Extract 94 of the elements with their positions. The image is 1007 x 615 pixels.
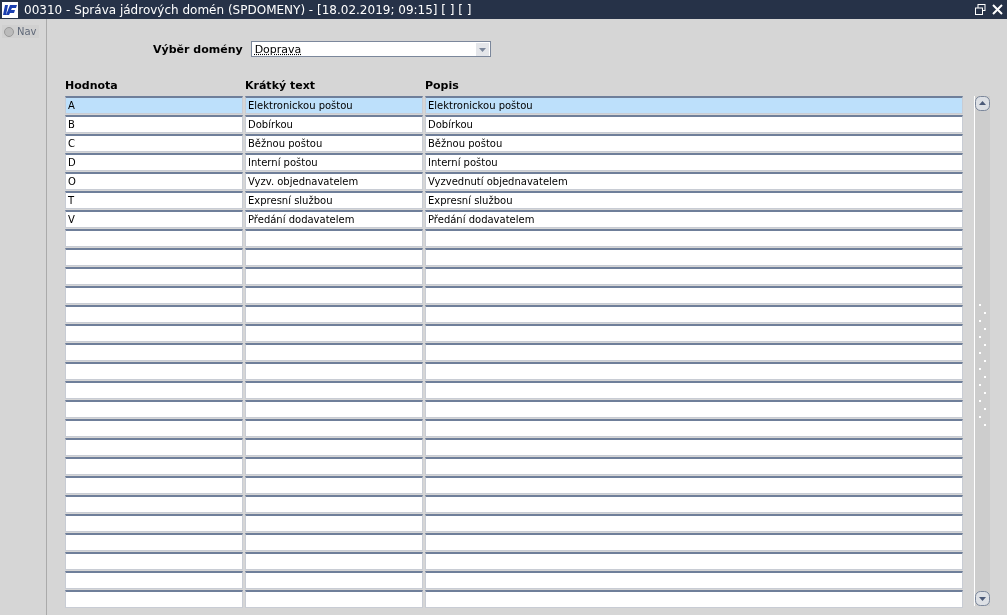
- empty-table-cell[interactable]: [245, 286, 423, 304]
- table-cell[interactable]: V: [65, 210, 243, 228]
- domain-dropdown[interactable]: Doprava: [250, 41, 491, 57]
- empty-table-cell[interactable]: [65, 343, 243, 361]
- empty-table-cell[interactable]: [425, 590, 963, 608]
- empty-table-cell[interactable]: [425, 571, 963, 589]
- empty-table-cell[interactable]: [65, 305, 243, 323]
- empty-table-cell[interactable]: [65, 457, 243, 475]
- empty-table-cell[interactable]: [425, 362, 963, 380]
- table-cell[interactable]: A: [65, 96, 243, 114]
- vertical-scrollbar[interactable]: [974, 96, 990, 606]
- empty-table-cell[interactable]: [425, 457, 963, 475]
- table-cell[interactable]: Předání dodavatelem: [245, 210, 423, 228]
- empty-table-cell[interactable]: [65, 324, 243, 342]
- empty-table-cell[interactable]: [245, 267, 423, 285]
- nav-radio-button[interactable]: Nav: [2, 25, 39, 38]
- table-cell[interactable]: Vyzv. objednavatelem: [245, 172, 423, 190]
- table-cell[interactable]: D: [65, 153, 243, 171]
- table-cell[interactable]: Běžnou poštou: [245, 134, 423, 152]
- empty-table-cell[interactable]: [65, 571, 243, 589]
- empty-table-cell[interactable]: [425, 514, 963, 532]
- empty-table-cell[interactable]: [425, 419, 963, 437]
- empty-table-cell[interactable]: [425, 324, 963, 342]
- empty-table-cell[interactable]: [245, 438, 423, 456]
- empty-table-cell[interactable]: [65, 248, 243, 266]
- empty-table-cell[interactable]: [425, 305, 963, 323]
- table-cell[interactable]: Předání dodavatelem: [425, 210, 963, 228]
- empty-table-cell[interactable]: [245, 457, 423, 475]
- table-cell[interactable]: C: [65, 134, 243, 152]
- table-cell[interactable]: Dobírkou: [245, 115, 423, 133]
- empty-table-cell[interactable]: [245, 400, 423, 418]
- empty-table-cell[interactable]: [245, 248, 423, 266]
- empty-table-cell[interactable]: [65, 552, 243, 570]
- empty-table-cell[interactable]: [245, 343, 423, 361]
- table-cell[interactable]: Expresní službou: [425, 191, 963, 209]
- empty-table-cell[interactable]: [425, 286, 963, 304]
- empty-table-cell[interactable]: [245, 305, 423, 323]
- empty-table-cell[interactable]: [425, 533, 963, 551]
- empty-table-cell[interactable]: [425, 381, 963, 399]
- table-cell[interactable]: Elektronickou poštou: [425, 96, 963, 114]
- empty-table-cell[interactable]: [65, 419, 243, 437]
- scroll-down-icon[interactable]: [975, 591, 990, 606]
- empty-table-cell[interactable]: [65, 267, 243, 285]
- table-cell[interactable]: Expresní službou: [245, 191, 423, 209]
- empty-table-cell[interactable]: [65, 533, 243, 551]
- empty-table-cell[interactable]: [65, 495, 243, 513]
- table-cell[interactable]: Dobírkou: [425, 115, 963, 133]
- empty-table-cell[interactable]: [245, 552, 423, 570]
- restore-icon[interactable]: [975, 4, 986, 15]
- table-cell[interactable]: T: [65, 191, 243, 209]
- empty-table-cell[interactable]: [65, 400, 243, 418]
- column-header: Krátký text: [245, 79, 317, 94]
- empty-table-cell[interactable]: [245, 590, 423, 608]
- empty-table-cell[interactable]: [245, 476, 423, 494]
- close-icon[interactable]: [992, 4, 1003, 15]
- empty-table-cell[interactable]: [245, 533, 423, 551]
- empty-table-cell[interactable]: [245, 514, 423, 532]
- empty-table-cell[interactable]: [65, 381, 243, 399]
- empty-table-cell[interactable]: [425, 343, 963, 361]
- window-title: 00310 - Správa jádrových domén (SPDOMENY) - [18.02.2019; 09:15] [ ] [ ]: [24, 2, 472, 17]
- table-cell[interactable]: Běžnou poštou: [425, 134, 963, 152]
- table-cell[interactable]: Vyzvednutí objednavatelem: [425, 172, 963, 190]
- empty-table-cell[interactable]: [65, 286, 243, 304]
- app-logo-icon: [2, 1, 18, 18]
- empty-table-cell[interactable]: [245, 419, 423, 437]
- empty-table-cell[interactable]: [425, 476, 963, 494]
- empty-table-cell[interactable]: [425, 438, 963, 456]
- empty-table-cell[interactable]: [245, 381, 423, 399]
- domain-label: Výběr domény: [153, 42, 243, 56]
- empty-table-cell[interactable]: [65, 362, 243, 380]
- empty-table-cell[interactable]: [425, 400, 963, 418]
- empty-table-cell[interactable]: [65, 438, 243, 456]
- column-header: Hodnota: [65, 79, 119, 94]
- empty-table-cell[interactable]: [245, 495, 423, 513]
- table-cell[interactable]: Elektronickou poštou: [245, 96, 423, 114]
- empty-table-cell[interactable]: [425, 248, 963, 266]
- empty-table-cell[interactable]: [425, 267, 963, 285]
- table-cell[interactable]: Interní poštou: [425, 153, 963, 171]
- empty-table-cell[interactable]: [245, 229, 423, 247]
- empty-table-cell[interactable]: [245, 362, 423, 380]
- empty-table-cell[interactable]: [65, 590, 243, 608]
- table-cell[interactable]: Interní poštou: [245, 153, 423, 171]
- empty-table-cell[interactable]: [245, 324, 423, 342]
- empty-table-cell[interactable]: [425, 552, 963, 570]
- column-header: Popis: [425, 79, 460, 94]
- empty-table-cell[interactable]: [65, 514, 243, 532]
- table-cell[interactable]: B: [65, 115, 243, 133]
- empty-table-cell[interactable]: [65, 476, 243, 494]
- empty-table-cell[interactable]: [425, 229, 963, 247]
- empty-table-cell[interactable]: [65, 229, 243, 247]
- empty-table-cell[interactable]: [245, 571, 423, 589]
- empty-table-cell[interactable]: [425, 495, 963, 513]
- table-cell[interactable]: O: [65, 172, 243, 190]
- scroll-up-icon[interactable]: [975, 96, 990, 111]
